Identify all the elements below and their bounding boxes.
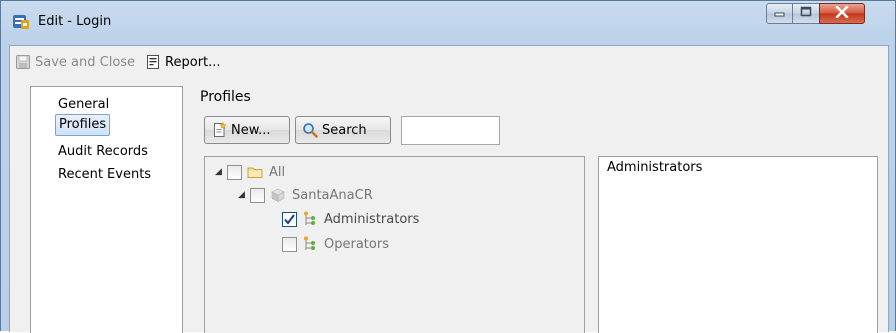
tree-node-label: Administrators bbox=[324, 211, 420, 227]
tree-checkbox-administrators[interactable] bbox=[282, 211, 297, 227]
maximize-icon bbox=[800, 6, 812, 21]
window-controls bbox=[766, 3, 865, 25]
new-document-icon bbox=[211, 121, 227, 138]
save-icon bbox=[15, 54, 31, 70]
nav-item-recent-events[interactable]: Recent Events bbox=[55, 164, 154, 186]
search-button-label: Search bbox=[322, 122, 367, 138]
close-icon bbox=[835, 5, 849, 22]
profile-details-panel: Administrators bbox=[598, 156, 878, 333]
close-button[interactable] bbox=[819, 3, 865, 24]
report-button[interactable]: Report... bbox=[142, 50, 224, 74]
tree-checkbox-operators[interactable] bbox=[282, 236, 297, 252]
report-label: Report... bbox=[165, 54, 221, 70]
tree-node-label: Operators bbox=[324, 236, 389, 252]
client-area: Save and Close Report... General Profile… bbox=[9, 45, 889, 333]
selected-profile-text: Administrators bbox=[607, 160, 703, 175]
tree-checkbox-santaanacr[interactable] bbox=[250, 187, 265, 203]
search-button[interactable]: Search bbox=[295, 116, 391, 144]
expander-icon[interactable]: ◢ bbox=[238, 190, 250, 200]
search-input[interactable] bbox=[401, 116, 500, 145]
minimize-button[interactable] bbox=[766, 3, 793, 24]
app-icon bbox=[12, 12, 30, 30]
new-button-label: New... bbox=[231, 122, 271, 138]
profiles-heading: Profiles bbox=[200, 89, 251, 105]
nav-item-profiles[interactable]: Profiles bbox=[55, 114, 111, 136]
toolbar: Save and Close Report... bbox=[10, 46, 888, 78]
tree-node-all[interactable]: ◢ All bbox=[215, 161, 285, 183]
folder-icon bbox=[247, 164, 263, 180]
tree-node-santaanacr[interactable]: ◢ SantaAnaCR bbox=[238, 184, 373, 206]
profiles-tree: ◢ All ◢ SantaAnaCR Administrators Operat… bbox=[204, 156, 585, 333]
profile-icon bbox=[302, 236, 318, 252]
tree-checkbox-all[interactable] bbox=[227, 164, 242, 180]
maximize-button[interactable] bbox=[793, 3, 819, 24]
tree-node-operators[interactable]: Operators bbox=[282, 233, 389, 255]
profile-icon bbox=[302, 211, 318, 227]
save-and-close-button[interactable]: Save and Close bbox=[12, 50, 138, 74]
search-icon bbox=[302, 122, 318, 138]
app-window: Edit - Login Save and Close Report... Ge… bbox=[0, 0, 896, 333]
nav-item-audit-records[interactable]: Audit Records bbox=[55, 141, 151, 163]
tree-node-label: All bbox=[269, 164, 286, 180]
nav-item-general[interactable]: General bbox=[55, 94, 112, 116]
tree-node-label: SantaAnaCR bbox=[292, 187, 373, 203]
title-bar[interactable]: Edit - Login bbox=[1, 1, 896, 45]
minimize-icon bbox=[774, 6, 786, 21]
new-profile-button[interactable]: New... bbox=[204, 116, 290, 144]
window-title: Edit - Login bbox=[38, 14, 112, 29]
expander-icon[interactable]: ◢ bbox=[215, 167, 227, 177]
save-and-close-label: Save and Close bbox=[35, 54, 136, 70]
report-icon bbox=[145, 54, 161, 70]
tree-node-administrators[interactable]: Administrators bbox=[282, 208, 419, 230]
nav-list: General Profiles Audit Records Recent Ev… bbox=[30, 86, 183, 333]
server-icon bbox=[270, 187, 286, 203]
